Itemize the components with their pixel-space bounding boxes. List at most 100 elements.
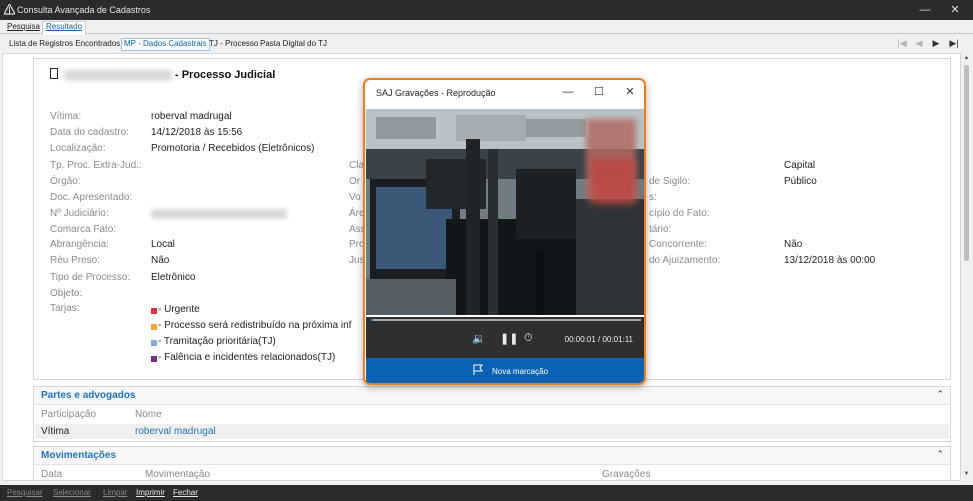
tab-tj-processo[interactable]: TJ - Processo — [207, 39, 260, 51]
progress-fill — [370, 319, 373, 321]
label-comarca-fato: Comarca Fato: — [50, 224, 117, 235]
tab-lista-registros[interactable]: Lista de Registros Encontrados — [7, 39, 122, 51]
movimentacoes-section: Movimentações ⌃ Data Movimentação Gravaç… — [33, 446, 951, 480]
minimize-icon[interactable]: — — [556, 84, 580, 100]
first-record-icon[interactable]: |◀ — [895, 37, 909, 50]
label-right-fragment-tario: tário: — [649, 224, 672, 235]
selecionar-button[interactable]: Selecionar — [53, 488, 91, 497]
fechar-button[interactable]: Fechar — [173, 488, 198, 497]
label-abrangencia: Abrangência: — [50, 239, 109, 250]
label-data-ajuizamento: do Ajuizamento: — [649, 255, 721, 266]
pesquisar-button[interactable]: Pesquisar — [7, 488, 43, 497]
tarja-redistribuicao-color — [151, 324, 157, 330]
imprimir-button[interactable]: Imprimir — [136, 488, 165, 497]
label-origem-fragment: Or — [349, 176, 361, 187]
label-tp-proc: Tp. Proc. Extra-Jud.: — [50, 160, 142, 171]
app-logo-icon — [4, 4, 15, 15]
player-title: SAJ Gravações - Reprodução — [376, 88, 496, 98]
tarja-prioritaria: - Tramitação prioritária(TJ) — [158, 336, 276, 347]
window-title: Consulta Avançada de Cadastros — [17, 5, 151, 15]
title-bar: Consulta Avançada de Cadastros — ✕ — [0, 0, 973, 20]
label-municipio-fato: cípio do Fato: — [649, 208, 710, 219]
limpar-button[interactable]: Limpar — [103, 488, 127, 497]
label-localizacao: Localização: — [50, 143, 106, 154]
timer-icon[interactable]: ⏱ — [524, 332, 533, 345]
movimentacoes-title: Movimentações — [41, 450, 117, 461]
previous-record-icon[interactable]: ◀ — [912, 37, 926, 50]
value-data-cadastro: 14/12/2018 às 15:56 — [151, 127, 243, 138]
cell-participacao: Vítima — [41, 426, 70, 437]
video-frame[interactable] — [366, 109, 644, 315]
label-doc-apresentado: Doc. Apresentado: — [50, 192, 133, 203]
pause-icon[interactable]: ❚❚ — [500, 332, 518, 345]
tarja-urgente: - Urgente — [158, 304, 200, 315]
close-icon[interactable]: ✕ — [940, 0, 970, 20]
label-orgao: Órgão: — [50, 176, 81, 187]
value-vitima: roberval madrugal — [151, 111, 232, 122]
label-tipo-processo: Tipo de Processo: — [50, 272, 131, 283]
label-right-fragment-s: s: — [649, 192, 657, 203]
label-vitima: Vítima: — [50, 111, 82, 122]
cell-nome-link[interactable]: roberval madrugal — [135, 426, 216, 437]
col-nome: Nome — [135, 409, 162, 420]
chevron-up-icon[interactable]: ⌃ — [936, 449, 944, 460]
label-reu-preso: Réu Preso: — [50, 255, 101, 266]
nova-marcacao-label: Nova marcação — [492, 367, 549, 376]
value-comarca: Capital — [784, 160, 816, 171]
progress-track — [370, 319, 641, 321]
sub-tabs: Lista de Registros Encontrados MP - Dado… — [0, 36, 973, 52]
label-nivel-sigilo: de Sigilo: — [649, 176, 691, 187]
tab-pesquisa[interactable]: Pesquisa — [4, 22, 43, 34]
tarja-falencia-color — [151, 356, 157, 362]
label-objeto: Objeto: — [50, 288, 83, 299]
label-concorrente: Concorrente: — [649, 239, 707, 250]
document-icon — [50, 68, 58, 79]
tarja-prioritaria-color — [151, 340, 157, 346]
player-controls: 🔉 ❚❚ ⏱ 00:00:01 / 00:01:11 — [366, 322, 644, 358]
tab-mp-dados-cadastrais[interactable]: MP - Dados Cadastrais — [121, 38, 210, 51]
bottom-toolbar: Pesquisar Selecionar Limpar Imprimir Fec… — [0, 485, 973, 501]
value-data-ajuizamento: 13/12/2018 às 00:00 — [784, 255, 876, 266]
tab-pasta-digital[interactable]: Pasta Digital do TJ — [258, 39, 329, 51]
label-classe-fragment: Cla — [349, 160, 365, 171]
recording-player-window: SAJ Gravações - Reprodução — ☐ ✕ 🔉 ❚❚ ⏱ … — [363, 78, 646, 385]
movimentacoes-header[interactable]: Movimentações ⌃ — [34, 447, 950, 465]
close-icon[interactable]: ✕ — [618, 84, 642, 100]
value-nivel-sigilo: Público — [784, 176, 817, 187]
tarja-redistribuicao: - Processo será redistribuído na próxima… — [158, 320, 352, 331]
playback-time: 00:00:01 / 00:01:11 — [564, 335, 633, 344]
scroll-down-icon[interactable]: ▼ — [963, 471, 970, 477]
scroll-thumb[interactable] — [964, 65, 969, 261]
partes-header[interactable]: Partes e advogados ⌃ — [34, 387, 950, 405]
scroll-up-icon[interactable]: ▲ — [963, 55, 970, 61]
minimize-icon[interactable]: — — [910, 0, 940, 20]
tarja-urgente-color — [151, 308, 157, 314]
value-localizacao: Promotoria / Recebidos (Eletrônicos) — [151, 143, 315, 154]
col-gravacoes: Gravações — [602, 469, 651, 480]
col-movimentacao: Movimentação — [145, 469, 211, 480]
table-row[interactable]: Vítima roberval madrugal — [35, 424, 949, 439]
col-participacao: Participação — [41, 409, 97, 420]
value-reu-preso: Não — [151, 255, 170, 266]
flag-icon — [473, 364, 483, 375]
col-data: Data — [41, 469, 63, 480]
label-volume-fragment: Vo — [349, 192, 361, 203]
value-abrangencia: Local — [151, 239, 175, 250]
label-tarjas: Tarjas: — [50, 303, 80, 314]
partes-section: Partes e advogados ⌃ Participação Nome V… — [33, 386, 951, 442]
last-record-icon[interactable]: ▶| — [947, 37, 961, 50]
next-record-icon[interactable]: ▶ — [929, 37, 943, 50]
main-tabs: Pesquisa Resultado — [0, 20, 973, 35]
redacted-process-number — [64, 70, 172, 81]
volume-icon[interactable]: 🔉 — [472, 332, 486, 345]
nova-marcacao-button[interactable]: Nova marcação — [366, 358, 644, 383]
tab-resultado[interactable]: Resultado — [42, 21, 87, 35]
vertical-scrollbar[interactable]: ▲ ▼ — [962, 53, 971, 481]
tarja-falencia: - Falência e incidentes relacionados(TJ) — [158, 352, 336, 363]
record-heading: - Processo Judicial — [175, 69, 276, 81]
app-window: Consulta Avançada de Cadastros — ✕ Pesqu… — [0, 0, 973, 501]
chevron-up-icon[interactable]: ⌃ — [936, 389, 944, 400]
partes-title: Partes e advogados — [41, 390, 136, 401]
maximize-icon[interactable]: ☐ — [587, 84, 611, 100]
video-scene-image — [366, 109, 644, 315]
